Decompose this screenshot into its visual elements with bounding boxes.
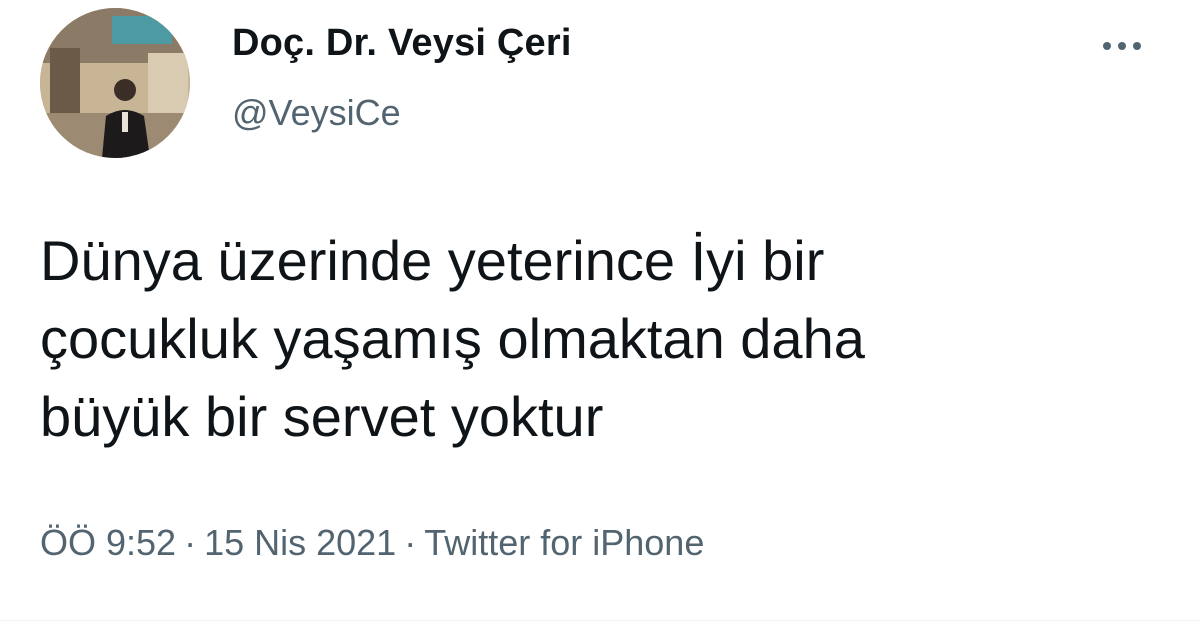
tweet-time[interactable]: ÖÖ 9:52 bbox=[40, 522, 176, 563]
tweet-text-line: Dünya üzerinde yeterince İyi bir bbox=[40, 229, 825, 292]
author-handle[interactable]: @VeysiCe bbox=[232, 92, 401, 134]
meta-separator: · bbox=[184, 522, 197, 563]
tweet-meta: ÖÖ 9:52 · 15 Nis 2021 · Twitter for iPhone bbox=[40, 522, 704, 564]
profile-photo-icon bbox=[40, 8, 190, 158]
author-display-name[interactable]: Doç. Dr. Veysi Çeri bbox=[232, 22, 572, 65]
more-horizontal-icon bbox=[1133, 42, 1141, 50]
tweet-card: Doç. Dr. Veysi Çeri @VeysiCe Dünya üzeri… bbox=[0, 0, 1200, 624]
tweet-text: Dünya üzerinde yeterince İyi bir çocuklu… bbox=[40, 222, 1160, 456]
avatar[interactable] bbox=[40, 8, 190, 158]
more-options-button[interactable] bbox=[1094, 30, 1150, 62]
more-horizontal-icon bbox=[1103, 42, 1111, 50]
meta-separator: · bbox=[404, 522, 417, 563]
tweet-source[interactable]: Twitter for iPhone bbox=[424, 522, 704, 563]
more-horizontal-icon bbox=[1118, 42, 1126, 50]
tweet-date[interactable]: 15 Nis 2021 bbox=[204, 522, 396, 563]
tweet-text-line: büyük bir servet yoktur bbox=[40, 385, 604, 448]
tweet-text-line: çocukluk yaşamış olmaktan daha bbox=[40, 307, 865, 370]
divider bbox=[0, 620, 1200, 621]
